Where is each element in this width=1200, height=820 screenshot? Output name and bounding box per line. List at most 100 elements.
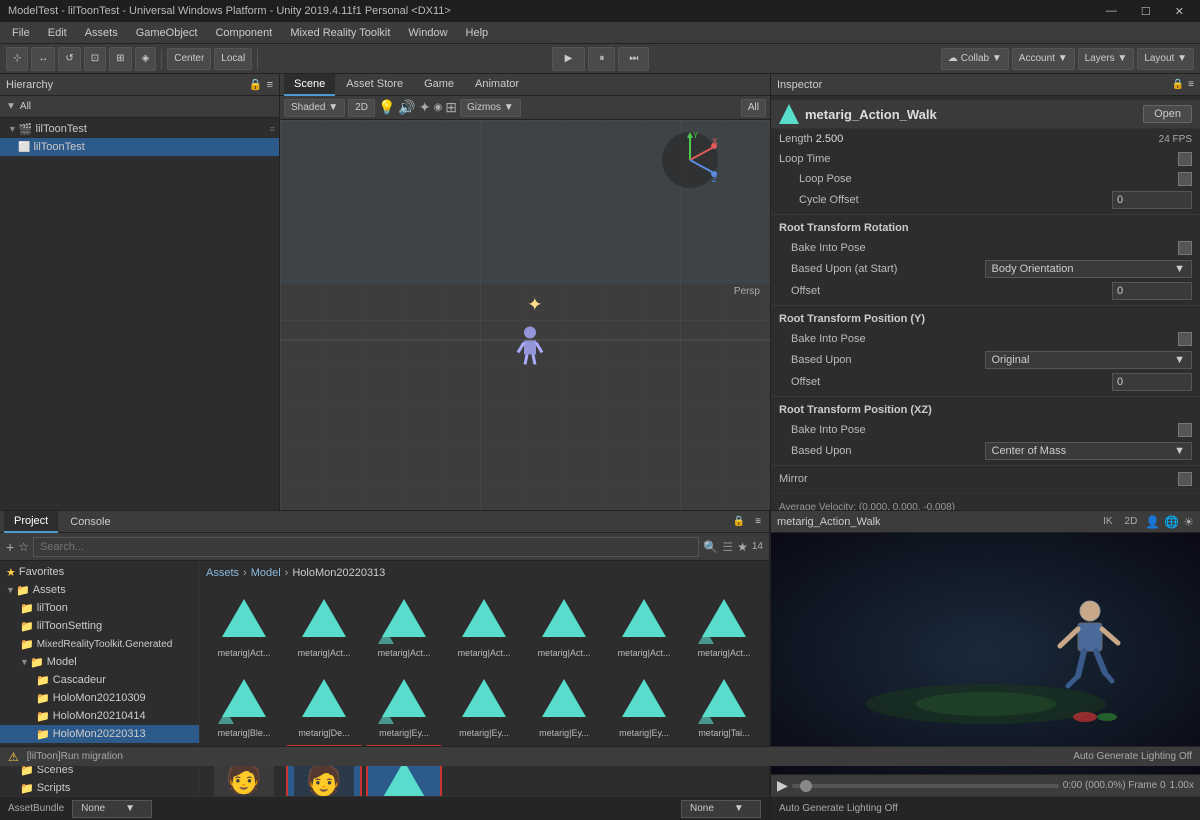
preview-icon1[interactable]: 👤 — [1145, 515, 1160, 529]
play-btn[interactable]: ▶ — [552, 47, 586, 71]
bottom-menu-icon[interactable]: ≡ — [751, 516, 765, 527]
asset-item-tai[interactable]: metarig|Tai... — [686, 665, 762, 741]
effects-btn[interactable]: ✦ — [419, 99, 431, 116]
loop-time-checkbox[interactable] — [1178, 152, 1192, 166]
all-label[interactable]: All — [20, 101, 31, 112]
star-filter-icon[interactable]: ★ — [737, 540, 748, 554]
transform-scale-btn[interactable]: ↔ — [31, 47, 55, 71]
transform-rect-btn[interactable]: ⊡ — [84, 47, 106, 71]
asset-item-ey2[interactable]: metarig|Ey... — [446, 665, 522, 741]
bake-rotation-checkbox[interactable] — [1178, 241, 1192, 255]
based-upon-y-dropdown[interactable]: Original ▼ — [985, 351, 1193, 369]
preview-play-btn[interactable]: ▶ — [777, 777, 788, 794]
favorites-icon[interactable]: ☆ — [18, 540, 29, 554]
menu-component[interactable]: Component — [207, 25, 280, 41]
menu-mrtk[interactable]: Mixed Reality Toolkit — [282, 25, 398, 41]
tree-holomon0414[interactable]: 📁 HoloMon20210414 — [0, 707, 199, 725]
asset-bundle-dropdown[interactable]: None ▼ — [72, 800, 152, 818]
asset-bundle-none2[interactable]: None ▼ — [681, 800, 761, 818]
asset-item-act7[interactable]: metarig|Act... — [686, 585, 762, 661]
asset-item-act6[interactable]: metarig|Act... — [606, 585, 682, 661]
add-folder-icon[interactable]: + — [6, 539, 14, 555]
win-max-btn[interactable]: ☐ — [1133, 5, 1159, 18]
menu-help[interactable]: Help — [458, 25, 497, 41]
shaded-btn[interactable]: Shaded ▼ — [284, 99, 345, 117]
menu-gameobject[interactable]: GameObject — [128, 25, 206, 41]
preview-icon2[interactable]: 🌐 — [1164, 515, 1179, 529]
scene-viewport[interactable]: Y X Z ✦ — [280, 120, 770, 530]
grid-icon[interactable]: ⊞ — [445, 99, 457, 116]
collab-btn[interactable]: ☁ Collab ▼ — [941, 48, 1009, 70]
tree-mrtk-generated[interactable]: 📁 MixedRealityToolkit.Generated — [0, 635, 199, 653]
hier-item-root[interactable]: ▼ 🎬 lilToonTest ≡ — [0, 120, 279, 138]
step-btn[interactable]: ⏭ — [618, 47, 649, 71]
asset-item-act2[interactable]: metarig|Act... — [286, 585, 362, 661]
hier-settings-icon[interactable]: ≡ — [270, 124, 275, 134]
layers-btn[interactable]: Layers ▼ — [1078, 48, 1135, 70]
asset-item-act5[interactable]: metarig|Act... — [526, 585, 602, 661]
tree-scripts[interactable]: 📁 Scripts — [0, 779, 199, 796]
asset-item-ey1[interactable]: metarig|Ey... — [366, 665, 442, 741]
tree-assets[interactable]: ▼ 📁 Assets — [0, 581, 199, 599]
ik-label[interactable]: IK — [1099, 516, 1116, 527]
transform-move-btn[interactable]: ⊹ — [6, 47, 28, 71]
all-gizmos-btn[interactable]: All — [741, 99, 766, 117]
layout-btn[interactable]: Layout ▼ — [1137, 48, 1194, 70]
hierarchy-menu-icon[interactable]: ≡ — [267, 79, 273, 91]
menu-edit[interactable]: Edit — [40, 25, 75, 41]
preview-viewport[interactable] — [771, 533, 1200, 774]
asset-item-ey4[interactable]: metarig|Ey... — [606, 665, 682, 741]
tree-favorites[interactable]: ★ Favorites — [0, 563, 199, 581]
inspector-lock-icon[interactable]: 🔒 — [1172, 79, 1184, 90]
lighting-btn[interactable]: 💡 — [378, 99, 395, 116]
offset-rotation-input[interactable] — [1112, 282, 1192, 300]
offset-y-input[interactable] — [1112, 373, 1192, 391]
local-toggle[interactable]: Local — [214, 48, 252, 70]
tree-holomon0309[interactable]: 📁 HoloMon20210309 — [0, 689, 199, 707]
tab-game[interactable]: Game — [414, 74, 464, 96]
menu-assets[interactable]: Assets — [77, 25, 126, 41]
asset-item-act4[interactable]: metarig|Act... — [446, 585, 522, 661]
loop-pose-checkbox[interactable] — [1178, 172, 1192, 186]
menu-window[interactable]: Window — [400, 25, 455, 41]
center-toggle[interactable]: Center — [167, 48, 211, 70]
breadcrumb-holomon[interactable]: HoloMon20220313 — [292, 567, 385, 579]
audio-btn[interactable]: 🔊 — [398, 99, 415, 116]
menu-file[interactable]: File — [4, 25, 38, 41]
hierarchy-lock-icon[interactable]: 🔒 — [249, 78, 263, 91]
tab-scene[interactable]: Scene — [284, 74, 335, 96]
bottom-lock-icon[interactable]: 🔒 — [729, 516, 749, 527]
asset-item-ble[interactable]: metarig|Ble... — [206, 665, 282, 741]
tab-console[interactable]: Console — [60, 511, 120, 533]
filter-icon[interactable]: ☰ — [722, 540, 733, 554]
gizmos-btn[interactable]: Gizmos ▼ — [460, 99, 521, 117]
transform-rotate-btn[interactable]: ↺ — [58, 47, 80, 71]
tree-model[interactable]: ▼ 📁 Model — [0, 653, 199, 671]
breadcrumb-assets[interactable]: Assets — [206, 567, 239, 579]
hier-item-child[interactable]: ⬜ lilToonTest — [0, 138, 279, 156]
bake-pos-y-checkbox[interactable] — [1178, 332, 1192, 346]
tree-cascadeur[interactable]: 📁 Cascadeur — [0, 671, 199, 689]
asset-item-act3[interactable]: metarig|Act... — [366, 585, 442, 661]
asset-item-act1[interactable]: metarig|Act... — [206, 585, 282, 661]
based-upon-xz-dropdown[interactable]: Center of Mass ▼ — [985, 442, 1193, 460]
inspector-open-btn[interactable]: Open — [1143, 105, 1192, 123]
based-upon-start-dropdown[interactable]: Body Orientation ▼ — [985, 260, 1193, 278]
preview-timeline[interactable] — [792, 784, 1059, 788]
cycle-offset-input[interactable] — [1112, 191, 1192, 209]
win-min-btn[interactable]: — — [1098, 5, 1125, 17]
auto-generate-status[interactable]: Auto Generate Lighting Off — [1073, 751, 1192, 762]
asset-item-ey3[interactable]: metarig|Ey... — [526, 665, 602, 741]
account-btn[interactable]: Account ▼ — [1012, 48, 1075, 70]
tab-project[interactable]: Project — [4, 511, 58, 533]
asset-item-de[interactable]: metarig|De... — [286, 665, 362, 741]
tab-animator[interactable]: Animator — [465, 74, 529, 96]
tab-asset-store[interactable]: Asset Store — [336, 74, 413, 96]
inspector-menu-icon[interactable]: ≡ — [1188, 79, 1194, 90]
transform-custom-btn[interactable]: ◈ — [135, 47, 157, 71]
win-close-btn[interactable]: ✕ — [1167, 5, 1192, 18]
preview-icon3[interactable]: ☀ — [1183, 515, 1194, 529]
project-search[interactable] — [33, 537, 699, 557]
tree-liltoonsetting[interactable]: 📁 lilToonSetting — [0, 617, 199, 635]
tree-holomon0313[interactable]: 📁 HoloMon20220313 — [0, 725, 199, 743]
